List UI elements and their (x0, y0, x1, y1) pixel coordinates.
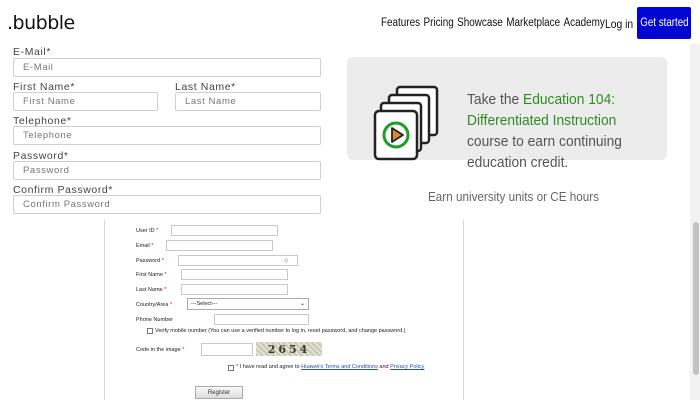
nav-pricing[interactable]: Pricing (423, 17, 453, 29)
confirm-password-field[interactable] (13, 195, 321, 214)
code-label: Code in the image * (136, 347, 185, 353)
email-label: E-Mail* (13, 46, 52, 58)
video-play-stack-icon (373, 85, 439, 161)
telephone-field[interactable] (13, 126, 321, 145)
promo-text-before: Take the (467, 91, 524, 108)
scrollbar-thumb[interactable] (693, 222, 699, 375)
agree-terms-checkbox[interactable] (228, 365, 234, 371)
privacy-policy-link[interactable]: Privacy Policy (390, 364, 424, 370)
nav-marketplace[interactable]: Marketplace (506, 17, 560, 29)
first-name-field[interactable] (13, 92, 158, 111)
verify-mobile-checkbox[interactable] (147, 328, 153, 334)
last-name-input-embedded[interactable] (181, 284, 288, 295)
phone-input[interactable] (214, 314, 309, 325)
country-label: Country/Area * (136, 302, 173, 308)
email-input-embedded[interactable] (166, 240, 273, 251)
user-id-label: User ID * (136, 228, 159, 234)
last-name-label-embedded: Last Name * (136, 287, 167, 293)
country-select[interactable]: ---Select--- ⌄ (187, 298, 309, 310)
email-label-embedded: Email * (136, 243, 154, 249)
first-name-label-embedded: First Name * (136, 272, 167, 278)
promo-text: Take the Education 104: Differentiated I… (467, 89, 633, 173)
terms-link[interactable]: Huawei's Terms and Conditions (301, 364, 378, 370)
password-field[interactable] (13, 161, 321, 180)
chevron-down-icon: ⌄ (299, 301, 305, 307)
password-label-embedded: Password * (136, 258, 164, 264)
captcha-input[interactable] (201, 343, 253, 356)
education-promo-card[interactable]: Take the Education 104: Differentiated I… (347, 57, 667, 171)
password-input-embedded[interactable] (178, 255, 298, 266)
verify-mobile-label: Verify mobile number (You can use a veri… (155, 328, 406, 334)
user-id-input[interactable] (171, 225, 278, 236)
bubble-logo[interactable]: .bubble (7, 12, 75, 34)
email-field[interactable] (13, 58, 321, 77)
get-started-button[interactable]: Get started (637, 7, 691, 39)
top-nav: Features Pricing Showcase Marketplace Ac… (381, 17, 605, 29)
embedded-registration-form (104, 220, 464, 400)
nav-showcase[interactable]: Showcase (457, 17, 503, 29)
phone-label: Phone Number (136, 317, 173, 323)
first-name-input-embedded[interactable] (181, 269, 288, 280)
get-started-label: Get started (639, 17, 689, 29)
register-button[interactable]: Register (195, 386, 243, 399)
agree-terms-label: * I have read and agree to Huawei's Term… (236, 364, 425, 370)
show-password-icon[interactable]: ◇ (284, 258, 288, 264)
nav-academy[interactable]: Academy (564, 17, 605, 29)
captcha-image[interactable]: 2654 (256, 342, 322, 356)
promo-text-after: course to earn continuing education cred… (467, 133, 622, 171)
login-link[interactable]: Log in (605, 17, 633, 31)
nav-features[interactable]: Features (381, 17, 420, 29)
earn-units-text: Earn university units or CE hours (428, 189, 600, 204)
last-name-field[interactable] (175, 92, 321, 111)
